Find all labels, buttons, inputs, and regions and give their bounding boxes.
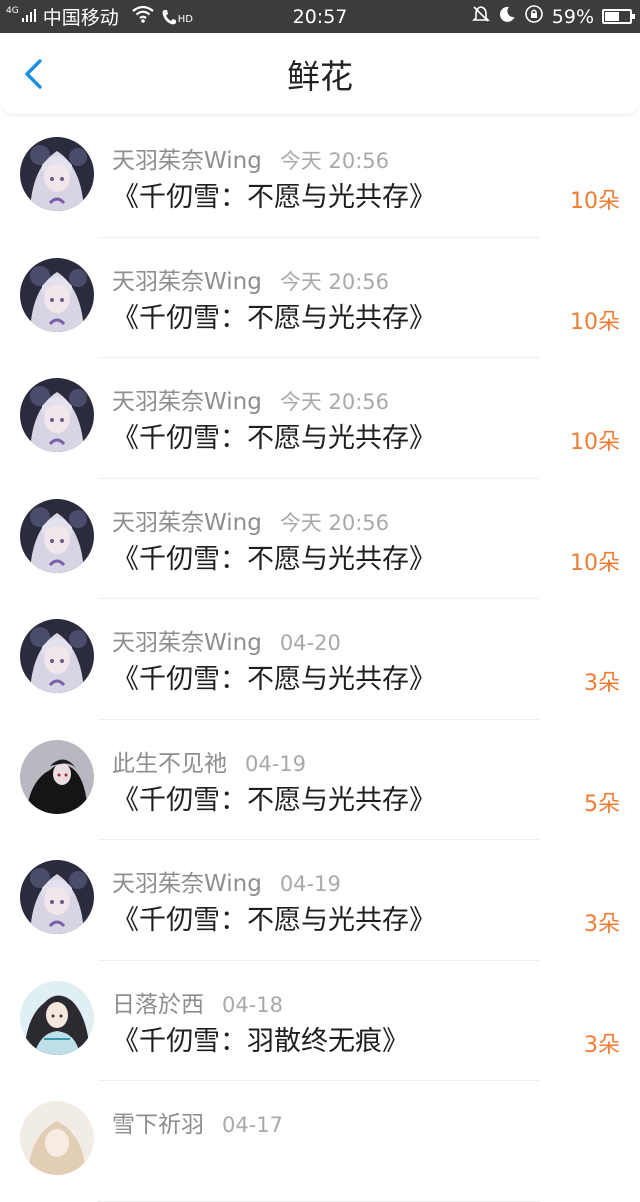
header: 鲜花 xyxy=(0,33,640,114)
item-meta: 天羽茱奈Wing 04-19 xyxy=(112,864,341,898)
book-title: 《千仞雪：不愿与光共存》 xyxy=(112,905,436,936)
flower-count: 10朵 xyxy=(570,189,620,214)
book-title: 《千仞雪：不愿与光共存》 xyxy=(112,664,436,695)
list-item[interactable]: 天羽茱奈Wing 今天 20:56 《千仞雪：不愿与光共存》 10朵 xyxy=(0,238,640,358)
item-meta: 天羽茱奈Wing 今天 20:56 xyxy=(112,382,389,416)
item-meta: 天羽茱奈Wing 今天 20:56 xyxy=(112,503,389,537)
flower-count: 3朵 xyxy=(584,1032,620,1058)
flower-count: 10朵 xyxy=(570,430,620,455)
avatar[interactable] xyxy=(20,860,94,934)
list-item[interactable]: 天羽茱奈Wing 今天 20:56 《千仞雪：不愿与光共存》 10朵 xyxy=(0,479,640,599)
flower-count: 3朵 xyxy=(584,671,620,696)
username[interactable]: 天羽茱奈Wing xyxy=(112,864,262,898)
status-bar: 4G 中国移动 HD 20:57 59% xyxy=(0,0,640,33)
timestamp: 今天 20:56 xyxy=(279,510,390,535)
book-title: 《千仞雪：不愿与光共存》 xyxy=(112,302,436,334)
timestamp: 04-20 xyxy=(279,631,341,655)
timestamp: 04-18 xyxy=(222,992,284,1017)
username[interactable]: 天羽茱奈Wing xyxy=(112,382,262,416)
timestamp: 今天 20:56 xyxy=(279,390,390,414)
item-meta: 天羽茱奈Wing 04-20 xyxy=(112,623,341,657)
flower-count: 10朵 xyxy=(570,550,620,576)
book-title: 《千仞雪：羽散终无痕》 xyxy=(112,1025,409,1057)
item-meta: 天羽茱奈Wing 今天 20:56 xyxy=(112,141,389,175)
page-title: 鲜花 xyxy=(287,56,353,96)
list-item[interactable]: 天羽茱奈Wing 04-20 《千仞雪：不愿与光共存》 3朵 xyxy=(0,599,640,720)
avatar[interactable] xyxy=(20,980,94,1055)
timestamp: 今天 20:56 xyxy=(279,149,390,173)
bell-muted-icon xyxy=(471,5,490,28)
rotation-lock-icon xyxy=(524,4,544,29)
moon-icon xyxy=(498,5,516,28)
list-item[interactable]: 天羽茱奈Wing 今天 20:56 《千仞雪：不愿与光共存》 10朵 xyxy=(0,117,640,238)
avatar[interactable] xyxy=(20,739,94,814)
avatar[interactable] xyxy=(20,137,94,211)
item-meta: 此生不见祂 04-19 xyxy=(112,744,306,778)
username[interactable]: 天羽茱奈Wing xyxy=(112,503,262,537)
avatar[interactable] xyxy=(20,1101,94,1175)
battery-percent: 59% xyxy=(551,5,594,28)
avatar[interactable] xyxy=(20,378,94,452)
avatar[interactable] xyxy=(20,257,94,332)
flower-count: 3朵 xyxy=(584,912,620,937)
timestamp: 04-19 xyxy=(245,751,307,776)
flower-count: 10朵 xyxy=(570,309,620,335)
book-title: 《千仞雪：不愿与光共存》 xyxy=(112,182,436,213)
username[interactable]: 天羽茱奈Wing xyxy=(112,623,262,657)
list-item[interactable]: 日落於西 04-18 《千仞雪：羽散终无痕》 3朵 xyxy=(0,961,640,1081)
divider xyxy=(98,1200,540,1202)
username[interactable]: 天羽茱奈Wing xyxy=(112,262,262,296)
book-title: 《千仞雪：不愿与光共存》 xyxy=(112,543,436,575)
timestamp: 04-19 xyxy=(279,872,341,896)
list-item[interactable]: 天羽茱奈Wing 04-19 《千仞雪：不愿与光共存》 3朵 xyxy=(0,840,640,961)
battery-icon xyxy=(602,9,635,24)
status-bar-right: 59% xyxy=(471,0,635,33)
avatar[interactable] xyxy=(20,498,94,573)
username[interactable]: 雪下祈羽 xyxy=(112,1105,204,1139)
list-item[interactable]: 雪下祈羽 04-17 xyxy=(0,1081,640,1202)
timestamp: 04-17 xyxy=(222,1113,284,1137)
username[interactable]: 日落於西 xyxy=(112,985,204,1019)
book-title: 《千仞雪：不愿与光共存》 xyxy=(112,423,436,454)
item-meta: 天羽茱奈Wing 今天 20:56 xyxy=(112,262,389,296)
flower-count: 5朵 xyxy=(584,791,620,817)
avatar[interactable] xyxy=(20,619,94,693)
book-title: 《千仞雪：不愿与光共存》 xyxy=(112,784,436,816)
list-item[interactable]: 天羽茱奈Wing 今天 20:56 《千仞雪：不愿与光共存》 10朵 xyxy=(0,358,640,479)
item-meta: 雪下祈羽 04-17 xyxy=(112,1105,283,1139)
timestamp: 今天 20:56 xyxy=(279,269,390,294)
list-item[interactable]: 此生不见祂 04-19 《千仞雪：不愿与光共存》 5朵 xyxy=(0,720,640,840)
flower-list: 天羽茱奈Wing 今天 20:56 《千仞雪：不愿与光共存》 10朵 天羽茱奈W… xyxy=(0,117,640,1202)
username[interactable]: 天羽茱奈Wing xyxy=(112,141,262,175)
username[interactable]: 此生不见祂 xyxy=(112,744,227,778)
item-meta: 日落於西 04-18 xyxy=(112,985,283,1019)
